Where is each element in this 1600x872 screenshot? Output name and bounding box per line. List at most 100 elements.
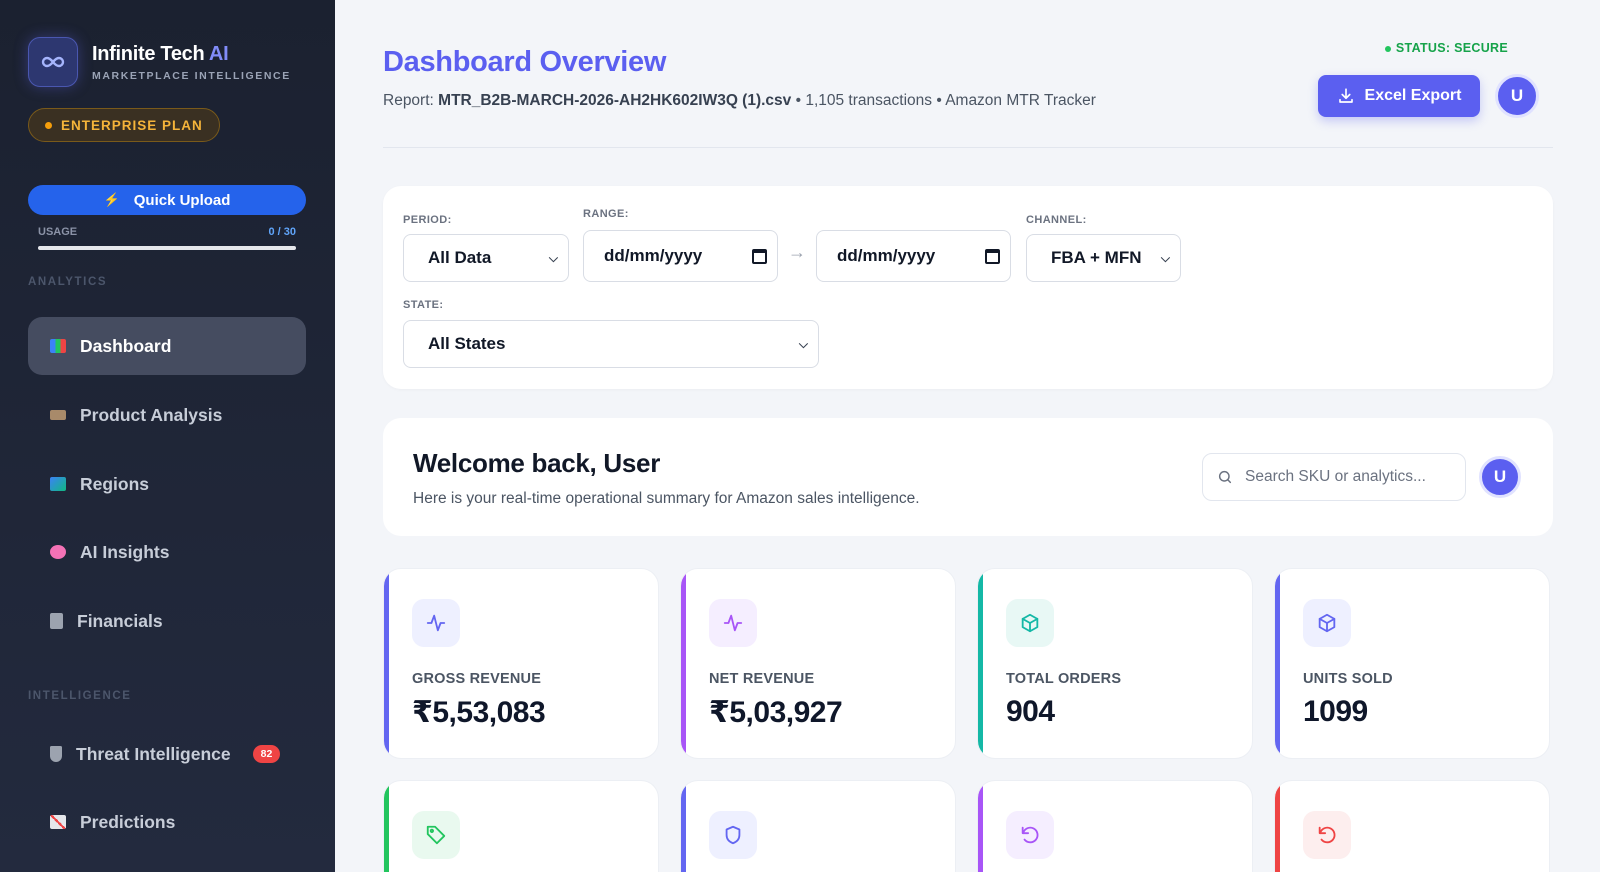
kpi-label: GROSS REVENUE <box>412 671 542 687</box>
sidebar-item-predictions[interactable]: Predictions <box>28 793 306 851</box>
map-icon <box>50 477 66 491</box>
kpi-accent-stripe <box>384 569 389 758</box>
kpi-accent-stripe <box>681 569 686 758</box>
infinity-logo-icon <box>28 37 78 87</box>
sidebar-item-label: Dashboard <box>80 335 172 356</box>
sidebar-item-label: Financials <box>77 610 163 631</box>
brand-subtitle: MARKETPLACE INTELLIGENCE <box>92 69 291 82</box>
sidebar-item-label: Predictions <box>80 811 176 832</box>
status-dot-icon <box>1384 45 1391 52</box>
page-title: Dashboard Overview <box>383 46 667 78</box>
calendar-icon[interactable] <box>752 248 767 264</box>
kpi-card-row2-2[interactable] <box>680 780 956 872</box>
brand-name-text: Infinite Tech <box>92 42 205 65</box>
tag-icon <box>412 811 460 859</box>
threat-count-badge: 82 <box>252 745 281 763</box>
kpi-label: TOTAL ORDERS <box>1006 671 1122 687</box>
range-start-date-input[interactable]: dd/mm/yyyy <box>583 230 778 282</box>
report-summary: • 1,105 transactions • Amazon MTR Tracke… <box>795 92 1096 109</box>
activity-icon <box>709 599 757 647</box>
kpi-value: 1099 <box>1303 695 1368 728</box>
kpi-accent-stripe <box>1275 781 1280 872</box>
kpi-label: NET REVENUE <box>709 671 815 687</box>
download-icon <box>1338 88 1353 103</box>
kpi-value: ₹5,03,927 <box>709 696 843 729</box>
main-content: Dashboard Overview Report: MTR_B2B-MARCH… <box>335 0 1600 872</box>
plan-badge: ENTERPRISE PLAN <box>28 108 220 142</box>
welcome-user-avatar[interactable]: U <box>1479 456 1521 498</box>
shield-icon <box>709 811 757 859</box>
sidebar-item-ai-insights[interactable]: AI Insights <box>28 523 306 581</box>
excel-export-label: Excel Export <box>1364 87 1462 104</box>
plan-badge-label: ENTERPRISE PLAN <box>61 117 203 133</box>
activity-icon <box>412 599 460 647</box>
report-info: Report: MTR_B2B-MARCH-2026-AH2HK602IW3Q … <box>383 92 1096 110</box>
header-divider <box>383 147 1553 148</box>
search-input[interactable] <box>1245 468 1445 486</box>
kpi-card-row2-3[interactable] <box>977 780 1253 872</box>
section-label-intelligence: INTELLIGENCE <box>28 690 132 702</box>
quick-upload-label: Quick Upload <box>133 191 231 209</box>
kpi-card-row2-1[interactable] <box>383 780 659 872</box>
chevron-down-icon: ⌵ <box>798 336 808 351</box>
plan-dot-icon <box>45 121 52 129</box>
sidebar-item-regions[interactable]: Regions <box>28 455 306 513</box>
brand[interactable]: Infinite Tech AI MARKETPLACE INTELLIGENC… <box>28 37 291 87</box>
excel-export-button[interactable]: Excel Export <box>1318 75 1480 117</box>
sidebar-item-threat-intelligence[interactable]: Threat Intelligence 82 <box>28 725 306 783</box>
state-label: STATE: <box>403 299 444 311</box>
welcome-subtitle: Here is your real-time operational summa… <box>413 490 920 507</box>
kpi-value: 904 <box>1006 695 1055 728</box>
kpi-accent-stripe <box>384 781 389 872</box>
calendar-icon[interactable] <box>985 248 1000 264</box>
trend-chart-icon <box>50 815 66 829</box>
status-text: STATUS: SECURE <box>1395 41 1508 55</box>
sidebar-item-label: AI Insights <box>80 541 170 562</box>
kpi-value: ₹5,53,083 <box>412 696 546 729</box>
usage-value: 0 / 30 <box>268 226 296 238</box>
chevron-down-icon: ⌵ <box>1160 250 1170 265</box>
channel-select-value: FBA + MFN <box>1051 248 1142 267</box>
section-label-analytics: ANALYTICS <box>28 276 108 288</box>
kpi-card-total-orders[interactable]: TOTAL ORDERS 904 <box>977 568 1253 759</box>
channel-select[interactable]: FBA + MFN ⌵ <box>1026 234 1181 282</box>
kpi-accent-stripe <box>1275 569 1280 758</box>
period-label: PERIOD: <box>403 214 452 226</box>
usage-label: USAGE <box>38 226 78 238</box>
kpi-label: UNITS SOLD <box>1303 671 1393 687</box>
sidebar-item-dashboard[interactable]: Dashboard <box>28 317 306 375</box>
bar-chart-icon <box>50 339 66 353</box>
kpi-accent-stripe <box>978 569 983 758</box>
range-end-date-input[interactable]: dd/mm/yyyy <box>816 230 1011 282</box>
channel-label: CHANNEL: <box>1026 214 1087 226</box>
kpi-card-units-sold[interactable]: UNITS SOLD 1099 <box>1274 568 1550 759</box>
package-icon <box>1006 599 1054 647</box>
sidebar-item-label: Regions <box>80 473 150 494</box>
sidebar-item-financials[interactable]: Financials <box>28 592 306 650</box>
kpi-card-gross-revenue[interactable]: GROSS REVENUE ₹5,53,083 <box>383 568 659 759</box>
welcome-title: Welcome back, User <box>413 448 661 478</box>
chevron-down-icon: ⌵ <box>548 250 558 265</box>
sidebar: Infinite Tech AI MARKETPLACE INTELLIGENC… <box>0 0 335 872</box>
welcome-card: Welcome back, User Here is your real-tim… <box>383 418 1553 536</box>
sidebar-item-product-analysis[interactable]: Product Analysis <box>28 386 306 444</box>
report-filename: MTR_B2B-MARCH-2026-AH2HK602IW3Q (1).csv <box>438 92 792 109</box>
lightning-icon: ⚡ <box>103 192 120 207</box>
state-select-value: All States <box>428 334 506 353</box>
kpi-card-net-revenue[interactable]: NET REVENUE ₹5,03,927 <box>680 568 956 759</box>
period-select[interactable]: All Data ⌵ <box>403 234 569 282</box>
shield-icon <box>50 746 62 762</box>
sidebar-item-label: Threat Intelligence <box>76 743 231 764</box>
search-icon <box>1218 470 1232 484</box>
report-prefix: Report: <box>383 92 434 109</box>
sidebar-item-label: Product Analysis <box>80 404 223 425</box>
state-select[interactable]: All States ⌵ <box>403 320 819 368</box>
kpi-card-row2-4[interactable] <box>1274 780 1550 872</box>
brand-name: Infinite Tech AI <box>92 43 291 66</box>
range-end-date-value: dd/mm/yyyy <box>837 246 936 265</box>
kpi-accent-stripe <box>681 781 686 872</box>
range-label: RANGE: <box>583 208 629 220</box>
user-avatar[interactable]: U <box>1495 74 1539 118</box>
search-box[interactable] <box>1202 453 1466 501</box>
quick-upload-button[interactable]: ⚡ Quick Upload <box>28 185 306 215</box>
